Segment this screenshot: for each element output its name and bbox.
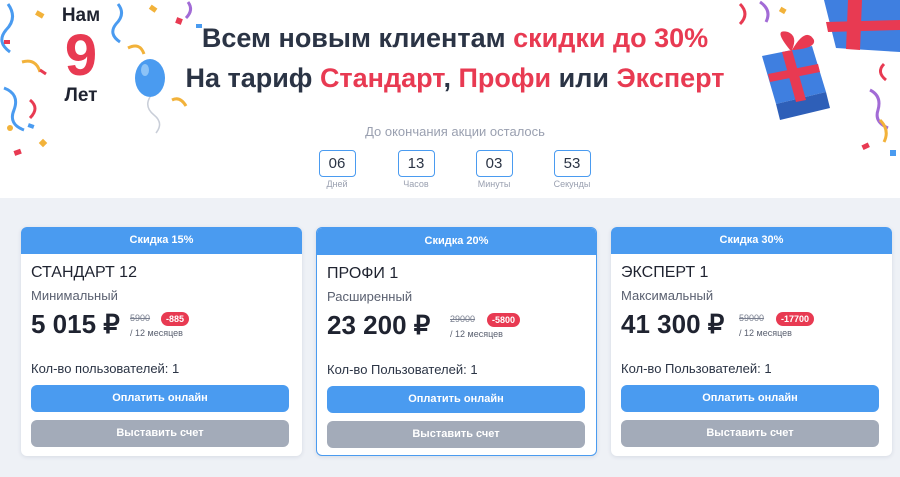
- headline-discount: скидки до 30%: [513, 23, 709, 53]
- promo-banner: Нам 9 Лет Всем новым клиентам скидки до …: [0, 0, 900, 198]
- old-price: 5900: [130, 313, 151, 323]
- countdown-value: 06: [318, 150, 356, 177]
- discount-header: Скидка 30%: [611, 227, 892, 254]
- countdown-seconds: 53 Секунды: [549, 150, 595, 189]
- pay-online-button[interactable]: Оплатить онлайн: [31, 385, 289, 412]
- headline-plan-standard: Стандарт: [319, 63, 444, 93]
- headline-text: ,: [443, 63, 459, 93]
- plan-card-standard: Скидка 15% СТАНДАРТ 12 Минимальный 5 015…: [21, 227, 302, 456]
- headline-plan-profi: Профи: [458, 63, 552, 93]
- plan-subtitle: Расширенный: [327, 289, 413, 304]
- users-count: Кол-во Пользователей: 1: [621, 361, 772, 376]
- billing-period: / 12 месяцев: [450, 329, 503, 339]
- age-bottom-label: Лет: [64, 85, 98, 106]
- plan-subtitle: Максимальный: [621, 288, 714, 303]
- headline-line-2: На тариф Стандарт, Профи или Эксперт: [150, 58, 760, 98]
- discount-header: Скидка 15%: [21, 227, 302, 254]
- saving-badge: -17700: [776, 312, 815, 326]
- countdown-unit: Часов: [403, 179, 429, 189]
- billing-period: / 12 месяцев: [130, 328, 183, 338]
- issue-invoice-button[interactable]: Выставить счет: [621, 420, 879, 447]
- discount-header: Скидка 20%: [317, 228, 596, 255]
- headline-text: Всем новым клиентам: [201, 23, 514, 53]
- countdown-unit: Секунды: [553, 179, 591, 189]
- billing-period: / 12 месяцев: [739, 328, 792, 338]
- users-count: Кол-во пользователей: 1: [31, 361, 180, 376]
- age-number: 9: [64, 23, 98, 88]
- plan-card-expert: Скидка 30% ЭКСПЕРТ 1 Максимальный 41 300…: [611, 227, 892, 456]
- countdown-unit: Дней: [326, 179, 348, 189]
- headline-text: или: [551, 63, 617, 93]
- plan-name: СТАНДАРТ 12: [31, 264, 137, 281]
- countdown-value: 03: [475, 150, 513, 177]
- issue-invoice-button[interactable]: Выставить счет: [31, 420, 289, 447]
- anniversary-badge: Нам 9 Лет: [56, 6, 106, 106]
- countdown-hours: 13 Часов: [393, 150, 439, 189]
- countdown-label: До окончания акции осталось: [365, 124, 545, 139]
- countdown-unit: Минуты: [477, 179, 511, 189]
- headline-line-1: Всем новым клиентам скидки до 30%: [150, 18, 760, 58]
- plan-price: 23 200 ₽: [327, 310, 431, 340]
- headline-text: На тариф: [185, 63, 320, 93]
- pay-online-button[interactable]: Оплатить онлайн: [621, 385, 879, 412]
- plan-name: ПРОФИ 1: [327, 265, 399, 282]
- saving-badge: -885: [161, 312, 190, 326]
- plan-price: 41 300 ₽: [621, 309, 725, 339]
- plan-name: ЭКСПЕРТ 1: [621, 264, 709, 281]
- countdown-value: 13: [397, 150, 435, 177]
- old-price: 29000: [450, 314, 476, 324]
- old-price: 59000: [739, 313, 765, 323]
- plan-card-profi: Скидка 20% ПРОФИ 1 Расширенный 23 200 ₽ …: [316, 227, 597, 456]
- headline-plan-expert: Эксперт: [616, 63, 725, 93]
- countdown-value: 53: [553, 150, 591, 177]
- countdown-minutes: 03 Минуты: [471, 150, 517, 189]
- countdown-days: 06 Дней: [314, 150, 360, 189]
- plan-price: 5 015 ₽: [31, 309, 120, 339]
- pay-online-button[interactable]: Оплатить онлайн: [327, 386, 585, 413]
- promo-headline: Всем новым клиентам скидки до 30% На тар…: [150, 18, 760, 98]
- saving-badge: -5800: [487, 313, 521, 327]
- pricing-section: Скидка 15% СТАНДАРТ 12 Минимальный 5 015…: [0, 198, 900, 477]
- users-count: Кол-во Пользователей: 1: [327, 362, 478, 377]
- plan-subtitle: Минимальный: [31, 288, 118, 303]
- issue-invoice-button[interactable]: Выставить счет: [327, 421, 585, 448]
